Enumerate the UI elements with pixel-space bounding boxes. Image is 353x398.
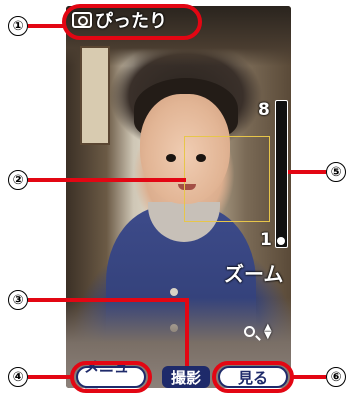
callout-number-4: ④ bbox=[8, 367, 28, 387]
callout-line-3-vertical bbox=[185, 298, 189, 366]
callout-line-4 bbox=[28, 375, 72, 379]
callout-ring-view bbox=[212, 361, 294, 393]
callout-number-2: ② bbox=[8, 170, 28, 190]
callout-number-3: ③ bbox=[8, 290, 28, 310]
zoom-label: ズーム bbox=[224, 262, 284, 286]
jacket-button bbox=[170, 288, 178, 296]
callout-number-6: ⑥ bbox=[326, 367, 346, 387]
callout-ring-mode bbox=[62, 4, 202, 40]
zoom-bar bbox=[275, 100, 288, 248]
callout-line-1 bbox=[28, 24, 64, 28]
shoot-softkey[interactable]: 撮影 bbox=[162, 366, 210, 388]
callout-ring-menu bbox=[70, 361, 152, 393]
zoom-in-icon bbox=[244, 326, 255, 337]
callout-line-6 bbox=[292, 375, 326, 379]
zoom-min-label: 1 bbox=[260, 230, 272, 250]
face-detection-frame bbox=[184, 136, 270, 222]
callout-line-2 bbox=[28, 178, 186, 182]
callout-number-1: ① bbox=[8, 16, 28, 36]
callout-line-5 bbox=[288, 170, 326, 174]
zoom-level-indicator bbox=[277, 237, 285, 245]
scene-sign-board bbox=[80, 46, 110, 145]
subject-eye bbox=[166, 154, 176, 162]
zoom-max-label: 8 bbox=[258, 100, 270, 120]
up-down-arrows-icon: ▲ ▼ bbox=[264, 322, 272, 341]
callout-line-3 bbox=[28, 298, 188, 302]
callout-number-5: ⑤ bbox=[326, 162, 346, 182]
